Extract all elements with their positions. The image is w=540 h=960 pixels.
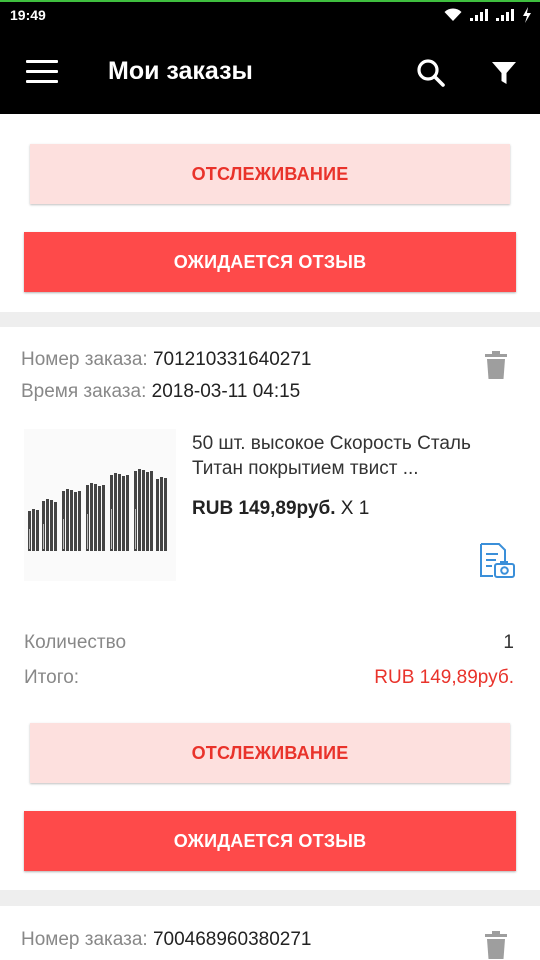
order-number-row: Номер заказа: 700468960380271 [21, 929, 311, 951]
product-image[interactable] [24, 429, 176, 581]
review-button[interactable]: ОЖИДАЕТСЯ ОТЗЫВ [24, 811, 516, 871]
order-card-previous: ОТСЛЕЖИВАНИЕ ОЖИДАЕТСЯ ОТЗЫВ [0, 114, 540, 312]
app-toolbar: Мои заказы [0, 30, 540, 114]
wifi-icon [444, 8, 462, 21]
tracking-button[interactable]: ОТСЛЕЖИВАНИЕ [30, 723, 510, 783]
product-price: RUB 149,89руб. [192, 498, 336, 519]
order-time-label: Время заказа: [21, 381, 147, 402]
review-button[interactable]: ОЖИДАЕТСЯ ОТЗЫВ [24, 232, 516, 292]
trash-icon[interactable] [485, 351, 507, 379]
product-price-row: RUB 149,89руб. X 1 [192, 498, 369, 520]
order-number-value: 700468960380271 [152, 929, 312, 950]
quantity-label: Количество [24, 632, 127, 653]
trash-icon[interactable] [485, 931, 507, 959]
total-value: RUB 149,89руб. [374, 667, 514, 688]
drill-bits-image [28, 469, 167, 551]
signal-icon [470, 9, 488, 21]
order-time-row: Время заказа: 2018-03-11 04:15 [21, 381, 300, 403]
order-number-row: Номер заказа: 701210331640271 [21, 349, 311, 371]
quantity-value: 1 [503, 632, 514, 653]
page-title: Мои заказы [108, 57, 253, 85]
battery-charging-icon [523, 7, 531, 23]
order-number-label: Номер заказа: [21, 349, 148, 370]
order-number-label: Номер заказа: [21, 929, 148, 950]
product-qty: X 1 [340, 498, 370, 519]
order-time-value: 2018-03-11 04:15 [151, 381, 301, 402]
status-bar: 19:49 [0, 0, 540, 30]
total-label: Итого: [24, 667, 80, 688]
order-number-value: 701210331640271 [152, 349, 312, 370]
order-card: Номер заказа: 701210331640271 Время зака… [0, 327, 540, 890]
signal-icon-2 [496, 9, 514, 21]
menu-icon[interactable] [26, 60, 58, 84]
filter-icon[interactable] [491, 60, 517, 86]
search-icon[interactable] [416, 58, 446, 88]
status-icons [444, 7, 532, 23]
status-time: 19:49 [10, 7, 46, 23]
tracking-button[interactable]: ОТСЛЕЖИВАНИЕ [30, 144, 510, 204]
order-card-next: Номер заказа: 700468960380271 [0, 906, 540, 960]
photo-review-icon[interactable] [478, 543, 516, 579]
product-title[interactable]: 50 шт. высокое Скорость Сталь Титан покр… [192, 431, 522, 481]
